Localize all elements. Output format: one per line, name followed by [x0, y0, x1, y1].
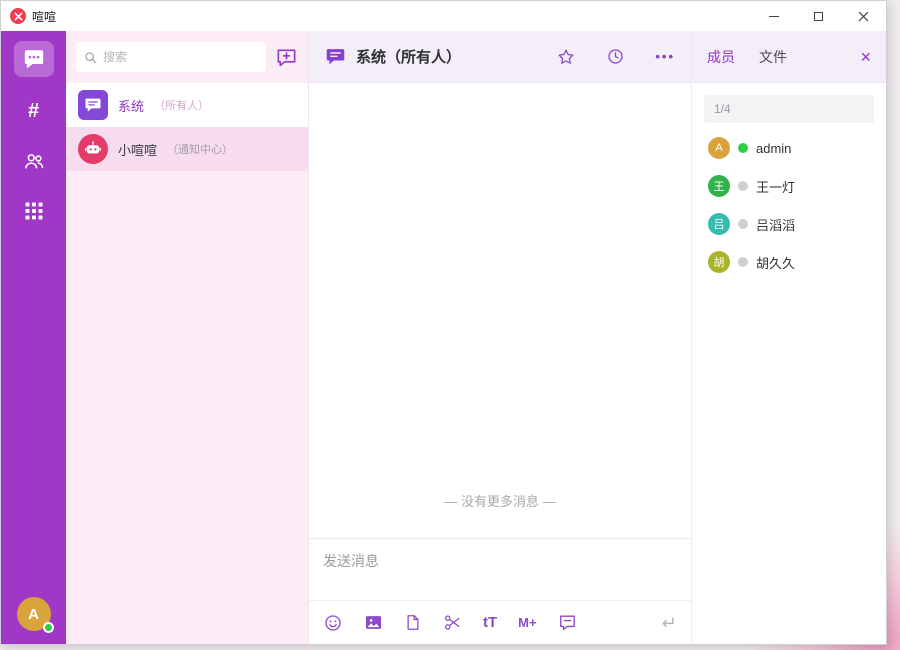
member-name: admin — [756, 141, 791, 156]
chat-plus-icon — [275, 46, 298, 69]
minimize-button[interactable] — [751, 1, 796, 31]
titlebar: 喧喧 — [1, 1, 886, 31]
search-input[interactable] — [103, 50, 258, 64]
nav-chats[interactable] — [14, 41, 54, 77]
member-avatar-initial: 王 — [714, 178, 725, 194]
member-count[interactable]: 1/4 — [704, 95, 874, 123]
image-icon — [364, 613, 383, 632]
member-avatar: 胡 — [708, 251, 730, 273]
member-row[interactable]: 胡 胡久久 — [704, 243, 874, 281]
member-avatar-initial: 吕 — [714, 216, 725, 232]
user-avatar[interactable]: A — [17, 597, 51, 631]
people-icon — [23, 150, 45, 172]
chat-title: 系统（所有人） — [356, 46, 461, 67]
chat-header: 系统（所有人） ••• — [309, 31, 691, 83]
online-status-dot — [43, 622, 54, 633]
member-status-dot — [738, 257, 748, 267]
chat-name: 小喧喧 — [118, 140, 157, 159]
member-avatar-initial: A — [715, 142, 722, 154]
smiley-icon — [323, 613, 343, 633]
history-clock-icon — [606, 47, 625, 66]
system-chat-icon — [78, 90, 108, 120]
history-button[interactable] — [606, 47, 625, 66]
editor-toolbar: tT M+ — [309, 600, 691, 644]
window-content: # A — [1, 31, 886, 644]
search-icon — [84, 51, 97, 64]
member-status-dot — [738, 181, 748, 191]
member-name: 吕滔滔 — [756, 215, 795, 234]
nav-apps[interactable] — [14, 191, 54, 231]
font-size-button[interactable]: tT — [483, 614, 497, 631]
chat-desc: （通知中心） — [167, 141, 233, 157]
chat-area: 系统（所有人） ••• — 没有更多消息 — — [308, 31, 692, 644]
panel-close-button[interactable]: × — [860, 48, 871, 66]
tab-members[interactable]: 成员 — [707, 47, 735, 67]
minimize-icon — [769, 16, 779, 17]
app-logo-icon — [10, 8, 26, 24]
member-status-dot — [738, 143, 748, 153]
member-row[interactable]: 吕 吕滔滔 — [704, 205, 874, 243]
panel-header: 成员 文件 × — [692, 31, 886, 83]
scissors-icon — [443, 613, 462, 632]
member-row[interactable]: A admin — [704, 129, 874, 167]
message-input-area — [309, 538, 691, 600]
member-status-dot — [738, 219, 748, 229]
star-button[interactable] — [556, 47, 576, 67]
send-enter-icon[interactable] — [657, 613, 677, 633]
return-arrow-icon — [657, 613, 677, 633]
maximize-button[interactable] — [796, 1, 841, 31]
message-list[interactable]: — 没有更多消息 — — [309, 83, 691, 538]
member-avatar: 王 — [708, 175, 730, 197]
chat-name: 系统 — [118, 96, 144, 115]
chat-desc: （所有人） — [154, 97, 209, 113]
member-name: 王一灯 — [756, 177, 795, 196]
chat-item-robot[interactable]: 小喧喧 （通知中心） — [66, 127, 308, 171]
emoji-button[interactable] — [323, 613, 343, 633]
more-menu-button[interactable]: ••• — [655, 49, 675, 64]
chat-list-panel: 系统 （所有人） 小喧喧 （通知中心） — [66, 31, 308, 644]
hash-icon: # — [28, 100, 39, 123]
chat-bubble-icon — [23, 48, 45, 70]
file-icon — [404, 613, 422, 632]
member-avatar: A — [708, 137, 730, 159]
create-chat-button[interactable] — [275, 46, 298, 69]
markdown-button[interactable]: M+ — [518, 615, 536, 630]
nav-channels[interactable]: # — [14, 91, 54, 131]
search-box[interactable] — [76, 42, 266, 72]
member-avatar: 吕 — [708, 213, 730, 235]
chat-item-system[interactable]: 系统 （所有人） — [66, 83, 308, 127]
chat-title-icon — [325, 46, 346, 67]
nav-contacts[interactable] — [14, 141, 54, 181]
message-box-button[interactable] — [558, 613, 577, 632]
grid-icon — [25, 202, 43, 220]
cut-button[interactable] — [443, 613, 462, 632]
message-input[interactable] — [309, 539, 691, 600]
member-avatar-initial: 胡 — [714, 254, 725, 270]
robot-icon — [78, 134, 108, 164]
no-more-messages-label: — 没有更多消息 — — [309, 491, 691, 510]
user-avatar-initial: A — [28, 606, 39, 623]
image-button[interactable] — [364, 613, 383, 632]
member-name: 胡久久 — [756, 253, 795, 272]
nav-rail: # A — [1, 31, 66, 644]
close-button[interactable] — [841, 1, 886, 31]
sidebar-top — [66, 31, 308, 83]
member-row[interactable]: 王 王一灯 — [704, 167, 874, 205]
app-window: 喧喧 # — [0, 0, 887, 645]
member-list: 1/4 A admin 王 王一灯 吕 吕滔滔 胡 — [692, 83, 886, 281]
maximize-icon — [814, 12, 823, 21]
close-icon — [858, 11, 869, 22]
file-button[interactable] — [404, 613, 422, 632]
right-panel: 成员 文件 × 1/4 A admin 王 王一灯 吕 — [692, 31, 886, 644]
window-title: 喧喧 — [32, 8, 56, 25]
tab-files[interactable]: 文件 — [759, 47, 787, 67]
star-icon — [556, 47, 576, 67]
chat-square-icon — [558, 613, 577, 632]
